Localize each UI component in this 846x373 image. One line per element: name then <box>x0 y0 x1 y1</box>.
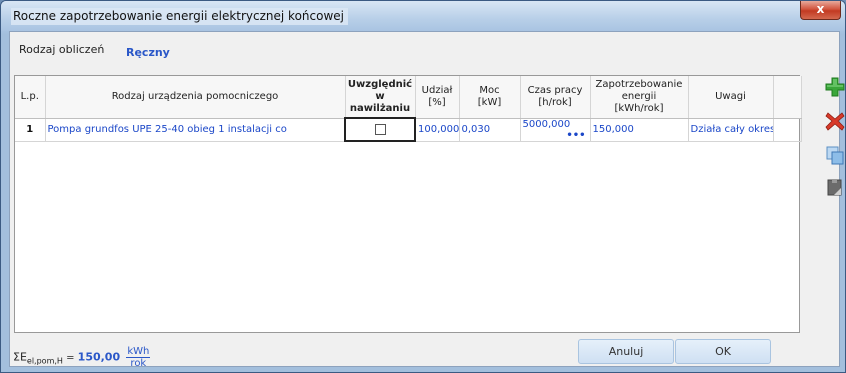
summary-unit: kWh rok <box>126 346 151 369</box>
header-time[interactable]: Czas pracy [h/rok] <box>520 76 591 119</box>
cell-demand[interactable]: 150,000 <box>590 118 689 142</box>
paste-icon[interactable] <box>825 177 845 197</box>
include-checkbox[interactable] <box>374 123 386 135</box>
window-title: Roczne zapotrzebowanie energii elektrycz… <box>11 8 348 25</box>
summary-unit-denominator: rok <box>130 358 147 369</box>
devices-table: L.p. Rodzaj urządzenia pomocniczego Uwzg… <box>15 76 802 142</box>
cancel-button[interactable]: Anuluj <box>578 339 674 364</box>
close-button[interactable]: x <box>800 1 841 20</box>
devices-grid: L.p. Rodzaj urządzenia pomocniczego Uwzg… <box>14 75 802 333</box>
calc-type-value[interactable]: Ręczny <box>126 46 170 59</box>
header-demand[interactable]: Zapotrzebowanie energii [kWh/rok] <box>590 76 689 119</box>
calc-type-label: Rodzaj obliczeń <box>19 43 105 56</box>
header-spacer <box>773 76 802 119</box>
header-demand-line1: Zapotrzebowanie <box>595 78 683 90</box>
header-include[interactable]: Uwzględnić w nawilżaniu <box>345 76 416 119</box>
cell-time-value: 5000,000 <box>522 118 571 130</box>
summary-value: 150,00 <box>77 350 121 364</box>
header-power-line1: Moc <box>479 84 500 96</box>
header-include-line1: Uwzględnić w <box>347 78 413 102</box>
header-demand-line2: energii <box>621 90 657 102</box>
dialog-client-area: Rodzaj obliczeń Ręczny L.p. Rodzaj urząd… <box>9 31 840 367</box>
cell-power[interactable]: 0,030 <box>459 118 521 142</box>
summary-unit-numerator: kWh <box>126 346 151 358</box>
summary-total: ΣEel,pom,H = 150,00 kWh rok <box>13 346 151 369</box>
cell-time[interactable]: 5000,000 ••• <box>520 118 591 142</box>
header-include-line2: nawilżaniu <box>349 102 411 114</box>
cell-share[interactable]: 100,000 <box>415 118 460 142</box>
header-time-line1: Czas pracy <box>527 84 583 96</box>
header-lp[interactable]: L.p. <box>15 76 46 119</box>
summary-symbol: ΣE <box>13 350 27 364</box>
header-share[interactable]: Udział [%] <box>415 76 460 119</box>
cell-lp[interactable]: 1 <box>15 118 46 142</box>
delete-icon[interactable] <box>825 111 845 131</box>
ok-button[interactable]: OK <box>675 339 771 364</box>
cell-spacer <box>773 118 802 142</box>
cell-device[interactable]: Pompa grundfos UPE 25-40 obieg 1 instala… <box>45 118 346 142</box>
title-bar[interactable]: Roczne zapotrzebowanie energii elektrycz… <box>1 1 845 31</box>
header-share-line1: Udział <box>421 84 453 96</box>
header-share-line2: [%] <box>428 96 446 108</box>
time-ellipsis-button[interactable]: ••• <box>566 130 585 141</box>
header-power[interactable]: Moc [kW] <box>459 76 521 119</box>
summary-subscript: el,pom,H <box>26 356 63 366</box>
header-time-line2: [h/rok] <box>538 96 572 108</box>
summary-equals: = <box>62 352 78 364</box>
cell-include[interactable] <box>344 117 416 142</box>
header-notes[interactable]: Uwagi <box>688 76 774 119</box>
table-row[interactable]: 1 Pompa grundfos UPE 25-40 obieg 1 insta… <box>15 117 802 142</box>
dialog-window: Roczne zapotrzebowanie energii elektrycz… <box>0 0 846 373</box>
plus-icon[interactable] <box>825 77 845 97</box>
cell-notes[interactable]: Działa cały okres <box>688 118 774 142</box>
header-power-line2: [kW] <box>477 96 502 108</box>
copy-icon[interactable] <box>825 145 845 165</box>
header-demand-line3: [kWh/rok] <box>614 102 664 114</box>
header-device[interactable]: Rodzaj urządzenia pomocniczego <box>45 76 346 119</box>
